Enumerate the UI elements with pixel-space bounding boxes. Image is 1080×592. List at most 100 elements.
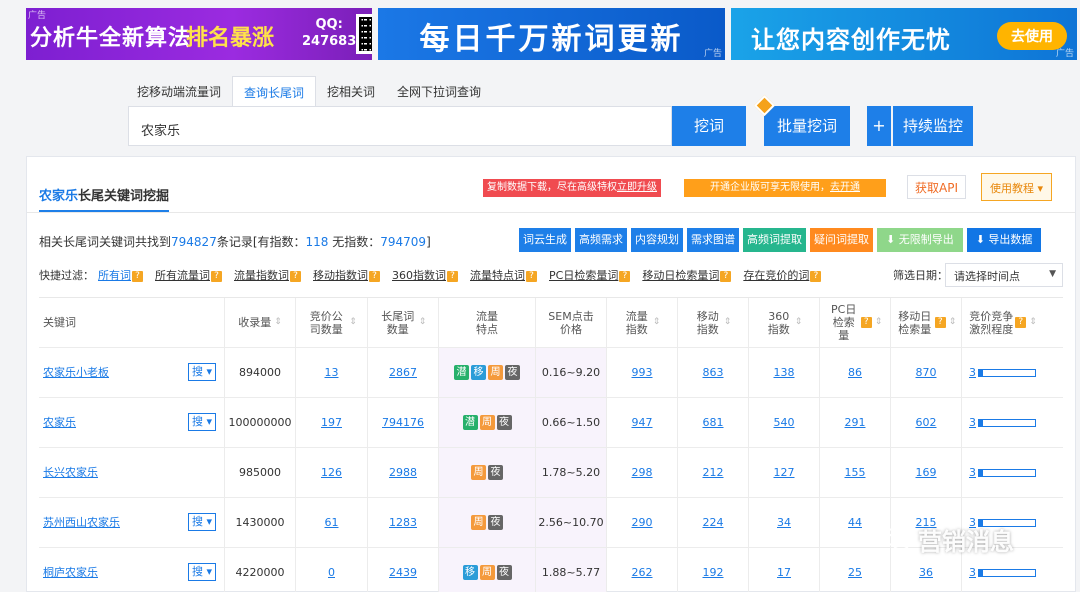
changwei-link[interactable]: 2988	[389, 466, 417, 479]
help-icon[interactable]: ?	[720, 270, 732, 282]
header-shoulu[interactable]: 收录量 ⇕	[225, 298, 296, 347]
search-dropdown[interactable]: 搜 ▾	[188, 363, 217, 381]
mobile-index-link[interactable]: 863	[703, 366, 724, 379]
header-jingjia[interactable]: 竞价公司数量 ⇕	[296, 298, 368, 347]
filter-pc-daily[interactable]: PC日检索量词?	[549, 267, 631, 283]
sort-icon[interactable]: ⇕	[875, 316, 883, 329]
jingjia-link[interactable]: 197	[321, 416, 342, 429]
help-icon[interactable]: ?	[860, 317, 872, 328]
help-icon[interactable]: ?	[447, 270, 458, 282]
header-changwei[interactable]: 长尾词数量 ⇕	[368, 298, 439, 347]
get-api-button[interactable]: 获取API	[907, 175, 966, 199]
date-select[interactable]: 请选择时间点 ▼	[945, 263, 1063, 287]
traffic-index-link[interactable]: 947	[632, 416, 653, 429]
question-extract-button[interactable]: 疑问词提取	[810, 228, 873, 252]
tab-mobile-traffic[interactable]: 挖移动端流量词	[126, 76, 232, 106]
keyword-link[interactable]: 长兴农家乐	[43, 466, 98, 479]
traffic-index-link[interactable]: 290	[632, 516, 653, 529]
header-pc-daily[interactable]: PC日检索量? ⇕	[820, 298, 891, 347]
sort-icon[interactable]: ⇕	[349, 316, 357, 329]
content-plan-button[interactable]: 内容规划	[631, 228, 683, 252]
competition-link[interactable]: 3	[969, 466, 976, 479]
traffic-index-link[interactable]: 262	[632, 566, 653, 579]
enterprise-link[interactable]: 去开通	[830, 182, 860, 193]
sort-icon[interactable]: ⇕	[1029, 316, 1037, 329]
keyword-link[interactable]: 桐庐农家乐	[43, 566, 98, 579]
batch-dig-button[interactable]: 批量挖词	[764, 106, 850, 146]
360-index-link[interactable]: 138	[774, 366, 795, 379]
jingjia-link[interactable]: 0	[328, 566, 335, 579]
header-mobile-index[interactable]: 移动指数 ⇕	[678, 298, 749, 347]
help-icon[interactable]: ?	[211, 270, 222, 282]
filter-mobile-index[interactable]: 移动指数词?	[313, 267, 380, 283]
sort-icon[interactable]: ⇕	[653, 316, 661, 329]
pc-daily-link[interactable]: 291	[845, 416, 866, 429]
mobile-index-link[interactable]: 681	[703, 416, 724, 429]
header-mobile-daily[interactable]: 移动日检索量? ⇕	[891, 298, 962, 347]
jingjia-link[interactable]: 13	[325, 366, 339, 379]
help-icon[interactable]: ?	[290, 270, 301, 282]
mobile-index-link[interactable]: 224	[703, 516, 724, 529]
filter-mobile-daily[interactable]: 移动日检索量词?	[642, 267, 732, 283]
dig-button[interactable]: 挖词	[672, 106, 746, 146]
tab-related[interactable]: 挖相关词	[316, 76, 386, 106]
keyword-link[interactable]: 农家乐小老板	[43, 366, 109, 379]
traffic-index-link[interactable]: 298	[632, 466, 653, 479]
jingjia-link[interactable]: 61	[325, 516, 339, 529]
search-input[interactable]: 农家乐	[128, 106, 672, 146]
pc-daily-link[interactable]: 44	[848, 516, 862, 529]
sort-icon[interactable]: ⇕	[274, 316, 282, 329]
jingjia-link[interactable]: 126	[321, 466, 342, 479]
help-icon[interactable]: ?	[810, 270, 822, 282]
search-dropdown[interactable]: 搜 ▾	[188, 563, 217, 581]
360-index-link[interactable]: 127	[774, 466, 795, 479]
360-index-link[interactable]: 540	[774, 416, 795, 429]
high-freq-extract-button[interactable]: 高频词提取	[743, 228, 806, 252]
export-data-button[interactable]: ⬇ 导出数据	[966, 228, 1042, 252]
help-icon[interactable]: ?	[369, 270, 380, 282]
search-dropdown[interactable]: 搜 ▾	[188, 513, 217, 531]
mobile-daily-link[interactable]: 870	[916, 366, 937, 379]
pc-daily-link[interactable]: 155	[845, 466, 866, 479]
tab-longtail[interactable]: 查询长尾词	[232, 76, 317, 106]
competition-link[interactable]: 3	[969, 366, 976, 379]
changwei-link[interactable]: 1283	[389, 516, 417, 529]
keyword-link[interactable]: 苏州西山农家乐	[43, 516, 120, 529]
changwei-link[interactable]: 2439	[389, 566, 417, 579]
filter-traffic-index[interactable]: 流量指数词?	[234, 267, 301, 283]
ad-banner-content[interactable]: 让您内容创作无忧 去使用 广告	[731, 8, 1077, 60]
header-competition[interactable]: 竞价竞争激烈程度? ⇕	[962, 298, 1043, 347]
tab-dropdown-words[interactable]: 全网下拉词查询	[386, 76, 492, 106]
filter-all-traffic[interactable]: 所有流量词?	[155, 267, 222, 283]
sort-icon[interactable]: ⇕	[419, 316, 427, 329]
tutorial-button[interactable]: 使用教程 ▾	[981, 173, 1053, 201]
help-icon[interactable]: ?	[526, 270, 537, 282]
competition-link[interactable]: 3	[969, 566, 976, 579]
mobile-daily-link[interactable]: 36	[919, 566, 933, 579]
high-demand-button[interactable]: 高频需求	[575, 228, 627, 252]
pc-daily-link[interactable]: 86	[848, 366, 862, 379]
sort-icon[interactable]: ⇕	[724, 316, 732, 329]
filter-360-index[interactable]: 360指数词?	[392, 267, 458, 283]
competition-link[interactable]: 3	[969, 416, 976, 429]
mobile-daily-link[interactable]: 602	[916, 416, 937, 429]
filter-traffic-feature[interactable]: 流量特点词?	[470, 267, 537, 283]
help-icon[interactable]: ?	[132, 270, 143, 282]
360-index-link[interactable]: 34	[777, 516, 791, 529]
mobile-daily-link[interactable]: 169	[916, 466, 937, 479]
ad-banner-new-words[interactable]: 每日千万新词更新 广告	[378, 8, 725, 60]
changwei-link[interactable]: 794176	[382, 416, 424, 429]
filter-bidding[interactable]: 存在竞价的词?	[743, 267, 822, 283]
sort-icon[interactable]: ⇕	[949, 316, 957, 329]
sort-icon[interactable]: ⇕	[795, 316, 803, 329]
search-dropdown[interactable]: 搜 ▾	[188, 413, 217, 431]
unlimited-export-button[interactable]: ⬇ 无限制导出	[877, 228, 963, 252]
filter-all[interactable]: 所有词?	[98, 267, 143, 283]
add-monitor-button[interactable]: +	[867, 106, 891, 146]
mobile-index-link[interactable]: 192	[703, 566, 724, 579]
help-icon[interactable]: ?	[934, 317, 946, 328]
upgrade-link[interactable]: 立即升级	[617, 182, 657, 193]
wordcloud-button[interactable]: 词云生成	[519, 228, 571, 252]
changwei-link[interactable]: 2867	[389, 366, 417, 379]
header-traffic-index[interactable]: 流量指数 ⇕	[607, 298, 678, 347]
